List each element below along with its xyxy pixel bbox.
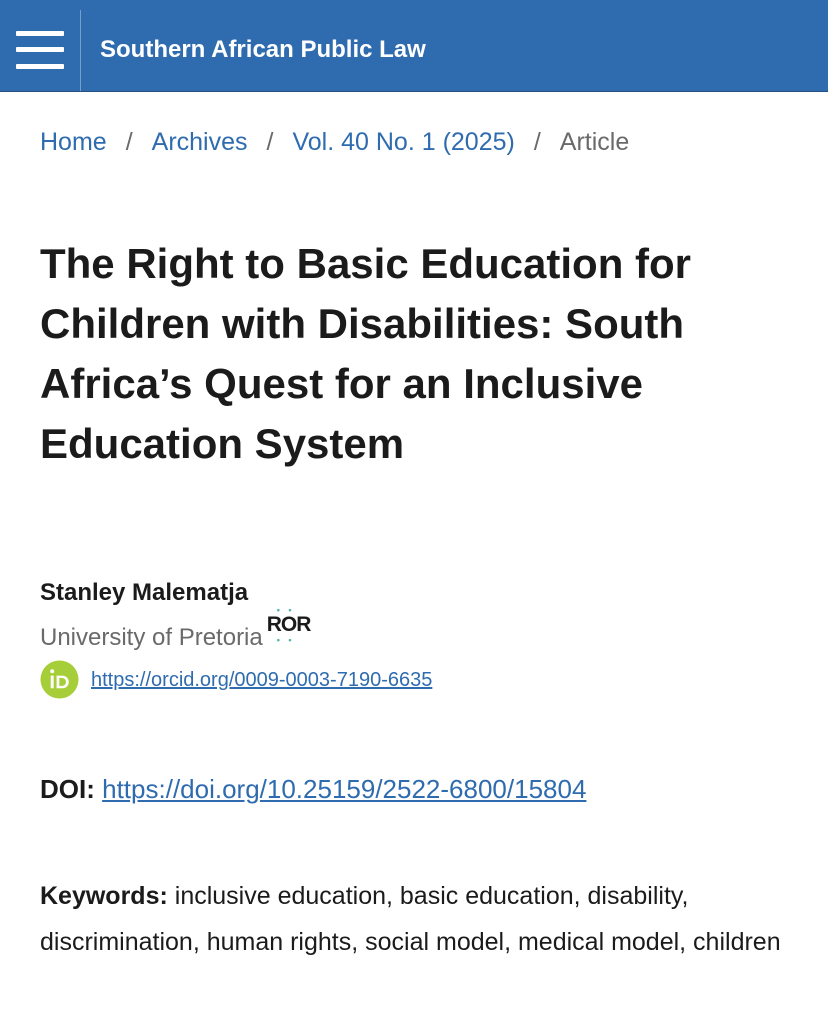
doi-link[interactable]: https://doi.org/10.25159/2522-6800/15804 bbox=[102, 774, 586, 804]
ror-icon[interactable]: • • ROR • • bbox=[266, 606, 312, 645]
breadcrumb: Home / Archives / Vol. 40 No. 1 (2025) / Artic… bbox=[40, 126, 629, 158]
keywords-section: Keywords: inclusive education, basic edu… bbox=[40, 873, 800, 965]
menu-bar bbox=[16, 31, 64, 36]
header-divider bbox=[80, 10, 81, 91]
ror-dots-decoration: • • bbox=[276, 605, 295, 615]
menu-bar bbox=[16, 64, 64, 69]
doi-section: DOI: https://doi.org/10.25159/2522-6800/… bbox=[40, 772, 586, 806]
article-title: The Right to Basic Education for Childre… bbox=[40, 240, 692, 467]
orcid-icon bbox=[40, 660, 79, 699]
affiliation-name: University of Pretoria bbox=[40, 624, 263, 651]
keywords-label: Keywords: bbox=[40, 882, 168, 910]
breadcrumb-separator: / bbox=[533, 128, 541, 156]
ror-badge-label: ROR bbox=[266, 613, 312, 636]
ror-dots-decoration: • • bbox=[276, 635, 295, 645]
site-header: Southern African Public Law bbox=[0, 0, 828, 92]
author-affiliation: University of Pretoria • • ROR • • bbox=[40, 606, 311, 654]
breadcrumb-archives[interactable]: Archives bbox=[152, 128, 248, 156]
orcid-link[interactable]: https://orcid.org/0009-0003-7190-6635 bbox=[91, 667, 432, 693]
doi-label: DOI: bbox=[40, 774, 95, 804]
breadcrumb-home[interactable]: Home bbox=[40, 128, 107, 156]
menu-bar bbox=[16, 47, 64, 52]
hamburger-menu-icon[interactable] bbox=[16, 31, 64, 69]
author-name: Stanley Malematja bbox=[40, 579, 249, 606]
site-title-link[interactable]: Southern African Public Law bbox=[100, 35, 426, 65]
breadcrumb-separator: / bbox=[125, 128, 133, 156]
breadcrumb-issue[interactable]: Vol. 40 No. 1 (2025) bbox=[292, 128, 514, 156]
breadcrumb-separator: / bbox=[266, 128, 274, 156]
breadcrumb-current: Article bbox=[559, 128, 630, 156]
